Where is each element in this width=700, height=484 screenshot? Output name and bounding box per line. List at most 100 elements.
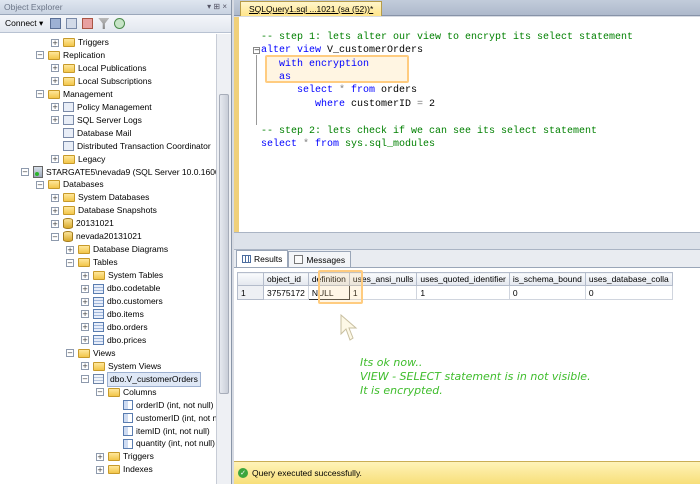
expand-icon[interactable]: +	[81, 284, 89, 293]
collapse-icon[interactable]: −	[21, 168, 29, 176]
expand-icon[interactable]: +	[81, 271, 89, 280]
expand-icon[interactable]: +	[51, 77, 59, 86]
tree-node[interactable]: + dbo.customers	[81, 295, 163, 308]
tree-node[interactable]: − nevada20131021	[51, 230, 142, 243]
column-icon	[123, 438, 133, 449]
tree-node[interactable]: + dbo.items	[81, 308, 144, 321]
scrollbar-thumb[interactable]	[219, 94, 229, 394]
tree-node[interactable]: − Replication	[36, 49, 105, 62]
tree-node[interactable]: − Tables	[66, 256, 118, 269]
collapse-icon[interactable]: −	[66, 258, 74, 267]
code-token: *	[339, 85, 352, 96]
grid-cell[interactable]: 0	[508, 285, 586, 300]
expand-icon[interactable]: +	[51, 38, 59, 47]
column-header[interactable]	[237, 272, 264, 286]
row-number[interactable]: 1	[237, 285, 264, 300]
pane-splitter[interactable]	[234, 232, 700, 250]
column-header[interactable]: object_id	[263, 272, 309, 286]
disconnect-icon[interactable]	[66, 18, 78, 29]
stop-icon[interactable]	[82, 18, 94, 29]
collapse-icon[interactable]: −	[66, 349, 74, 358]
expand-icon[interactable]: +	[81, 310, 89, 319]
expand-icon[interactable]: +	[81, 362, 89, 371]
expand-icon[interactable]: +	[51, 219, 59, 228]
object-explorer-scrollbar[interactable]	[216, 34, 231, 484]
tree-node[interactable]: + Legacy	[51, 153, 105, 166]
tree-node-label: Legacy	[78, 153, 106, 164]
tree-node[interactable]: + SQL Server Logs	[51, 114, 142, 127]
collapse-icon[interactable]: −	[81, 375, 89, 384]
expand-icon[interactable]: +	[51, 193, 59, 202]
tree-node-label: Indexes	[123, 464, 153, 475]
tree-node[interactable]: + Triggers	[96, 450, 154, 463]
tree-node[interactable]: + System Databases	[51, 191, 149, 204]
collapse-icon[interactable]: −	[36, 180, 44, 189]
tree-node[interactable]: + Database Diagrams	[66, 243, 168, 256]
tree-node[interactable]: + Local Subscriptions	[51, 75, 152, 88]
tree-node[interactable]: − Management	[36, 88, 113, 101]
database-icon	[63, 218, 73, 230]
tree-node-label: itemID (int, not null)	[136, 425, 210, 436]
tab-results[interactable]: Results	[236, 250, 289, 267]
column-header[interactable]: uses_database_colla	[584, 272, 673, 286]
folder-icon	[48, 89, 60, 99]
grid-cell[interactable]: 1	[416, 285, 510, 300]
expand-icon[interactable]: +	[51, 116, 59, 125]
tree-node[interactable]: + System Tables	[81, 269, 163, 282]
expand-icon[interactable]: +	[81, 323, 89, 332]
tree-node[interactable]: − Databases	[36, 178, 104, 191]
expand-icon[interactable]: +	[96, 452, 104, 461]
tree-node[interactable]: + Database Snapshots	[51, 204, 157, 217]
collapse-icon[interactable]: −	[36, 90, 44, 99]
tree-node-label: STARGATE5\nevada9 (SQL Server 10.0.1600	[46, 166, 216, 177]
table-row[interactable]: 1 37575172 NULL 1 1 0 0	[237, 285, 673, 300]
collapse-icon[interactable]: −	[253, 47, 260, 54]
tree-node[interactable]: itemID (int, not null)	[123, 425, 210, 438]
grid-cell[interactable]: 0	[584, 285, 673, 300]
collapse-icon[interactable]: −	[96, 388, 104, 397]
collapse-icon[interactable]: −	[51, 232, 59, 241]
tree-node[interactable]: Distributed Transaction Coordinator	[63, 140, 211, 153]
tree-node[interactable]: + Policy Management	[51, 101, 152, 114]
filter-icon[interactable]	[98, 18, 110, 29]
expand-icon[interactable]: +	[51, 103, 59, 112]
grid-cell[interactable]: 37575172	[263, 285, 309, 300]
expand-icon[interactable]: +	[51, 64, 59, 73]
tree-node[interactable]: Database Mail	[63, 127, 131, 140]
expand-icon[interactable]: +	[81, 336, 89, 345]
tree-node[interactable]: − STARGATE5\nevada9 (SQL Server 10.0.1600	[21, 166, 216, 179]
tree-node[interactable]: orderID (int, not null)	[123, 399, 213, 412]
expand-icon[interactable]: +	[81, 297, 89, 306]
expand-icon[interactable]: +	[51, 206, 59, 215]
connect-button[interactable]: Connect ▾	[3, 17, 45, 30]
expand-icon[interactable]: +	[66, 245, 74, 254]
tree-node[interactable]: + dbo.prices	[81, 334, 146, 347]
connect-server-icon[interactable]	[50, 18, 62, 29]
tab-sqlquery1[interactable]: SQLQuery1.sql ...1021 (sa (52))*	[240, 1, 383, 16]
tree-node[interactable]: customerID (int, not null)	[123, 412, 216, 425]
tree-node[interactable]: + dbo.codetable	[81, 282, 160, 295]
tree-node[interactable]: + Triggers	[51, 36, 109, 49]
tree-node-label: Distributed Transaction Coordinator	[77, 140, 211, 151]
column-header[interactable]: is_schema_bound	[508, 272, 586, 286]
collapse-icon[interactable]: −	[36, 51, 44, 60]
folder-icon	[108, 452, 120, 462]
tree-node[interactable]: quantity (int, not null)	[123, 437, 215, 450]
results-grid[interactable]: object_id definition uses_ansi_nulls uses_q…	[237, 272, 673, 300]
panel-controls[interactable]: ▾ ⊞ ×	[207, 2, 227, 11]
tree-node[interactable]: − Columns	[96, 386, 157, 399]
expand-icon[interactable]: +	[51, 155, 59, 164]
tree-node[interactable]: − Views	[66, 347, 116, 360]
tree-node[interactable]: + Indexes	[96, 463, 153, 476]
tree-node[interactable]: +20131021	[51, 217, 114, 230]
tree-node[interactable]: − dbo.V_customerOrders	[81, 371, 201, 387]
tree-node[interactable]: + dbo.orders	[81, 321, 148, 334]
code-editor[interactable]: − -- step 1: lets alter our view to encr…	[234, 17, 700, 232]
column-header[interactable]: uses_quoted_identifier	[416, 272, 510, 286]
expand-icon[interactable]: +	[96, 465, 104, 474]
tree-node[interactable]: + Local Publications	[51, 62, 147, 75]
refresh-icon[interactable]	[114, 18, 126, 29]
tab-messages[interactable]: Messages	[288, 251, 352, 267]
code-line: -- step 2: lets check if we can see its …	[261, 125, 597, 138]
code-line: alter view V_customerOrders	[261, 44, 423, 57]
